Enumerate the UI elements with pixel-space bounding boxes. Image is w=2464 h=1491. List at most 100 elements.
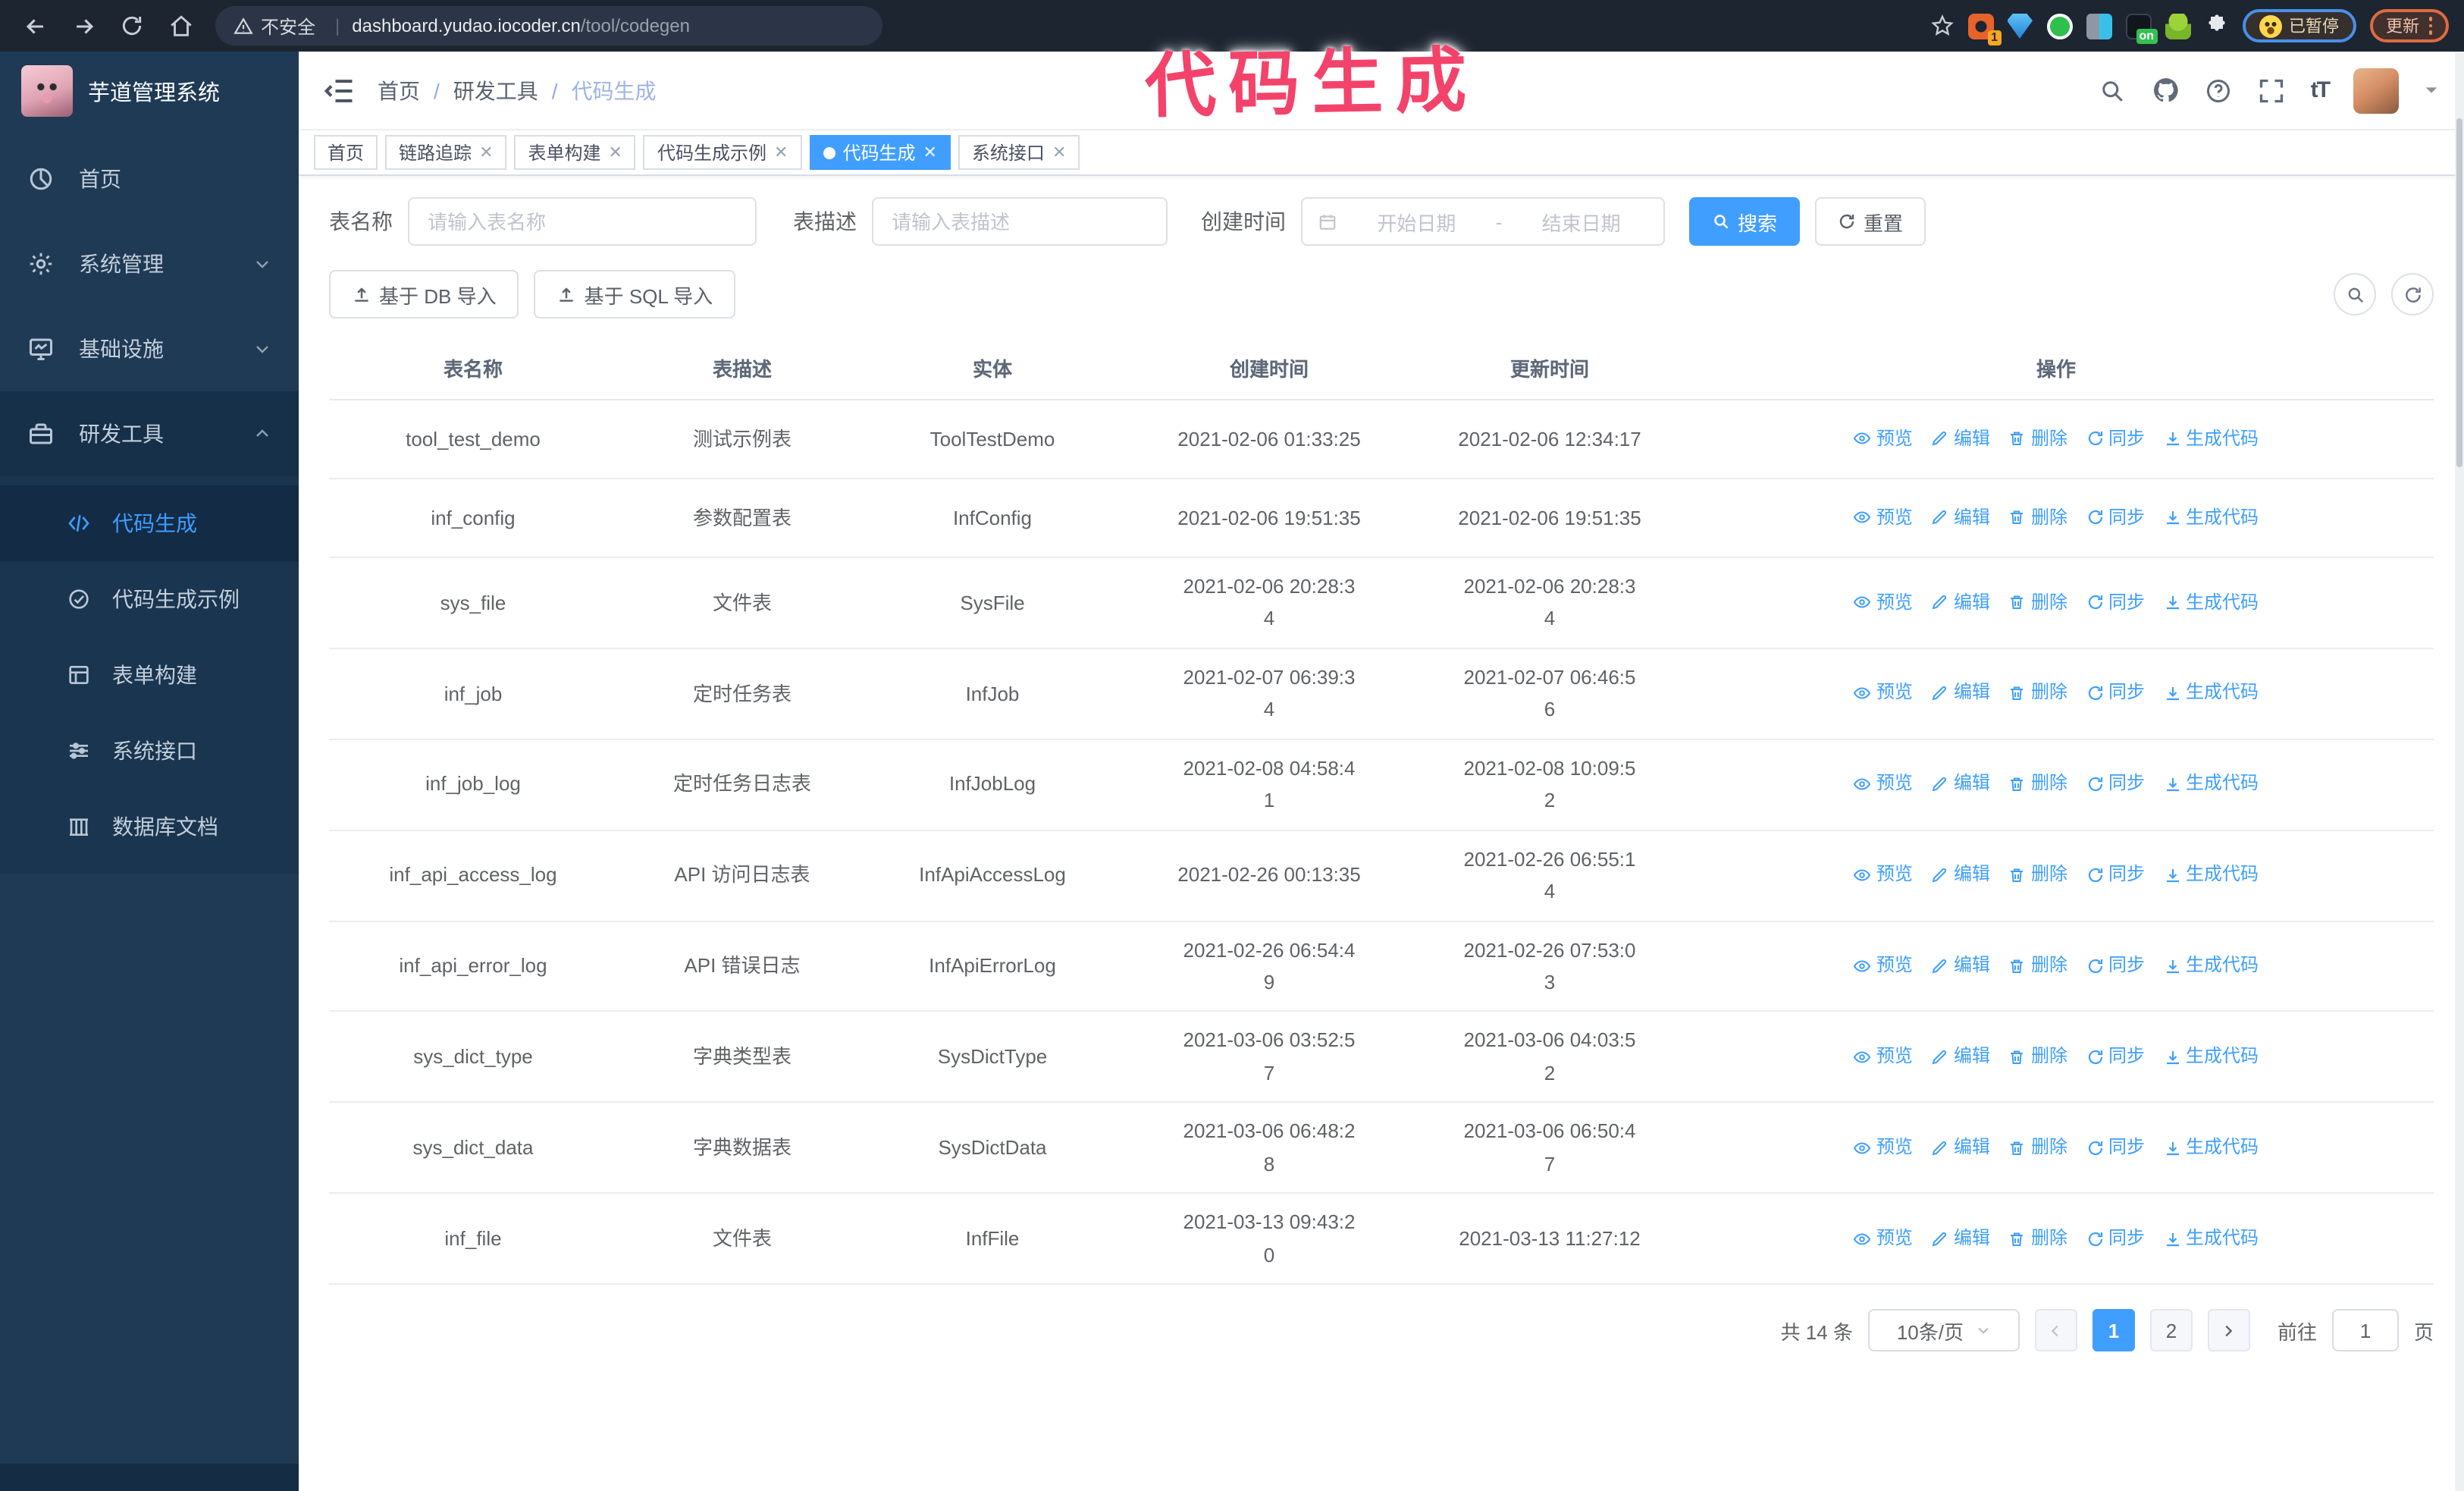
import-sql-button[interactable]: 基于 SQL 导入 bbox=[534, 270, 736, 319]
prev-page-button[interactable] bbox=[2034, 1309, 2077, 1351]
sidebar-item-codegen-example[interactable]: 代码生成示例 bbox=[0, 561, 299, 637]
tab-codegen-example[interactable]: 代码生成示例 ✕ bbox=[643, 135, 802, 170]
preview-link[interactable]: 预览 bbox=[1854, 951, 1913, 981]
edit-link[interactable]: 编辑 bbox=[1931, 770, 1990, 800]
delete-link[interactable]: 删除 bbox=[2008, 860, 2067, 890]
sidebar-item-system[interactable]: 系统管理 bbox=[0, 221, 299, 306]
reload-icon[interactable] bbox=[112, 6, 152, 46]
edit-link[interactable]: 编辑 bbox=[1931, 1133, 1990, 1163]
preview-link[interactable]: 预览 bbox=[1854, 1042, 1913, 1072]
address-bar[interactable]: 不安全 | dashboard.yudao.iocoder.cn/tool/co… bbox=[215, 6, 882, 46]
update-button[interactable]: 更新 bbox=[2369, 9, 2449, 42]
help-icon[interactable] bbox=[2205, 76, 2234, 105]
edit-link[interactable]: 编辑 bbox=[1931, 588, 1990, 618]
tab-codegen[interactable]: 代码生成 ✕ bbox=[809, 135, 951, 170]
generate-code-link[interactable]: 生成代码 bbox=[2163, 503, 2259, 533]
preview-link[interactable]: 预览 bbox=[1854, 770, 1913, 800]
import-db-button[interactable]: 基于 DB 导入 bbox=[329, 270, 519, 319]
page-button-1[interactable]: 1 bbox=[2092, 1309, 2135, 1351]
extension-key-icon[interactable] bbox=[2165, 13, 2190, 39]
sync-link[interactable]: 同步 bbox=[2086, 951, 2145, 981]
page-size-select[interactable]: 10条/页 bbox=[1867, 1309, 2020, 1351]
home-icon[interactable] bbox=[161, 6, 200, 46]
generate-code-link[interactable]: 生成代码 bbox=[2163, 951, 2259, 981]
avatar[interactable] bbox=[2353, 67, 2399, 113]
sync-link[interactable]: 同步 bbox=[2086, 424, 2145, 454]
sync-link[interactable]: 同步 bbox=[2086, 1133, 2145, 1163]
close-icon[interactable]: ✕ bbox=[774, 143, 788, 162]
sync-link[interactable]: 同步 bbox=[2086, 588, 2145, 618]
close-icon[interactable]: ✕ bbox=[1052, 143, 1066, 162]
generate-code-link[interactable]: 生成代码 bbox=[2163, 1133, 2259, 1163]
bookmark-star-icon[interactable] bbox=[1930, 14, 1954, 38]
toggle-search-button[interactable] bbox=[2334, 273, 2376, 315]
table-desc-input[interactable] bbox=[872, 197, 1168, 246]
next-page-button[interactable] bbox=[2207, 1309, 2250, 1351]
app-logo[interactable]: 芋道管理系统 bbox=[0, 52, 299, 130]
browser-menu-icon[interactable] bbox=[2428, 17, 2432, 35]
table-name-input[interactable] bbox=[408, 197, 757, 246]
sidebar-item-form-builder[interactable]: 表单构建 bbox=[0, 637, 299, 713]
extension-grid-icon[interactable] bbox=[2086, 13, 2111, 39]
page-scrollbar[interactable] bbox=[2455, 52, 2464, 1491]
generate-code-link[interactable]: 生成代码 bbox=[2163, 770, 2259, 800]
sync-link[interactable]: 同步 bbox=[2086, 503, 2145, 533]
preview-link[interactable]: 预览 bbox=[1854, 1223, 1913, 1254]
date-range-picker[interactable]: 开始日期 - 结束日期 bbox=[1301, 197, 1665, 246]
delete-link[interactable]: 删除 bbox=[2008, 1133, 2067, 1163]
close-icon[interactable]: ✕ bbox=[923, 143, 936, 162]
close-icon[interactable]: ✕ bbox=[479, 143, 493, 162]
breadcrumb-parent[interactable]: 研发工具 bbox=[453, 75, 538, 105]
sidebar-item-infra[interactable]: 基础设施 bbox=[0, 306, 299, 391]
preview-link[interactable]: 预览 bbox=[1854, 588, 1913, 618]
sync-link[interactable]: 同步 bbox=[2086, 1042, 2145, 1072]
goto-page-input[interactable] bbox=[2331, 1309, 2399, 1351]
sidebar-item-db-doc[interactable]: 数据库文档 bbox=[0, 789, 299, 865]
reset-button[interactable]: 重置 bbox=[1815, 197, 1926, 246]
delete-link[interactable]: 删除 bbox=[2008, 1042, 2067, 1072]
extensions-puzzle-icon[interactable] bbox=[2204, 14, 2228, 38]
edit-link[interactable]: 编辑 bbox=[1931, 424, 1990, 454]
forward-icon[interactable] bbox=[64, 6, 103, 46]
edit-link[interactable]: 编辑 bbox=[1931, 1223, 1990, 1254]
sidebar-fold-icon[interactable] bbox=[323, 74, 356, 107]
edit-link[interactable]: 编辑 bbox=[1931, 1042, 1990, 1072]
avatar-caret-down-icon[interactable] bbox=[2423, 82, 2440, 99]
preview-link[interactable]: 预览 bbox=[1854, 424, 1913, 454]
preview-link[interactable]: 预览 bbox=[1854, 1133, 1913, 1163]
preview-link[interactable]: 预览 bbox=[1854, 503, 1913, 533]
sidebar-item-system-api[interactable]: 系统接口 bbox=[0, 713, 299, 789]
edit-link[interactable]: 编辑 bbox=[1931, 679, 1990, 709]
delete-link[interactable]: 删除 bbox=[2008, 588, 2067, 618]
page-button-2[interactable]: 2 bbox=[2149, 1309, 2193, 1351]
scrollbar-thumb[interactable] bbox=[2456, 118, 2462, 467]
fullscreen-icon[interactable] bbox=[2258, 76, 2287, 105]
edit-link[interactable]: 编辑 bbox=[1931, 503, 1990, 533]
close-icon[interactable]: ✕ bbox=[609, 143, 622, 162]
sidebar-item-codegen[interactable]: 代码生成 bbox=[0, 485, 299, 561]
extension-dark-icon[interactable]: on bbox=[2125, 13, 2157, 43]
extension-green-check-icon[interactable] bbox=[2046, 13, 2072, 39]
refresh-table-button[interactable] bbox=[2391, 273, 2434, 315]
delete-link[interactable]: 删除 bbox=[2008, 770, 2067, 800]
sync-link[interactable]: 同步 bbox=[2086, 770, 2145, 800]
delete-link[interactable]: 删除 bbox=[2008, 503, 2067, 533]
sidebar-item-devtools[interactable]: 研发工具 bbox=[0, 391, 299, 476]
delete-link[interactable]: 删除 bbox=[2008, 951, 2067, 981]
back-icon[interactable] bbox=[15, 6, 55, 46]
generate-code-link[interactable]: 生成代码 bbox=[2163, 679, 2259, 709]
delete-link[interactable]: 删除 bbox=[2008, 679, 2067, 709]
tab-tracing[interactable]: 链路追踪 ✕ bbox=[385, 135, 507, 170]
github-icon[interactable] bbox=[2152, 76, 2180, 105]
sync-link[interactable]: 同步 bbox=[2086, 860, 2145, 890]
extension-orange-icon[interactable]: 1 bbox=[1967, 13, 2001, 45]
delete-link[interactable]: 删除 bbox=[2008, 424, 2067, 454]
preview-link[interactable]: 预览 bbox=[1854, 679, 1913, 709]
preview-link[interactable]: 预览 bbox=[1854, 860, 1913, 890]
generate-code-link[interactable]: 生成代码 bbox=[2163, 1042, 2259, 1072]
edit-link[interactable]: 编辑 bbox=[1931, 951, 1990, 981]
delete-link[interactable]: 删除 bbox=[2008, 1223, 2067, 1254]
sync-link[interactable]: 同步 bbox=[2086, 679, 2145, 709]
tab-form-builder[interactable]: 表单构建 ✕ bbox=[514, 135, 636, 170]
extension-gem-icon[interactable] bbox=[2007, 13, 2033, 39]
